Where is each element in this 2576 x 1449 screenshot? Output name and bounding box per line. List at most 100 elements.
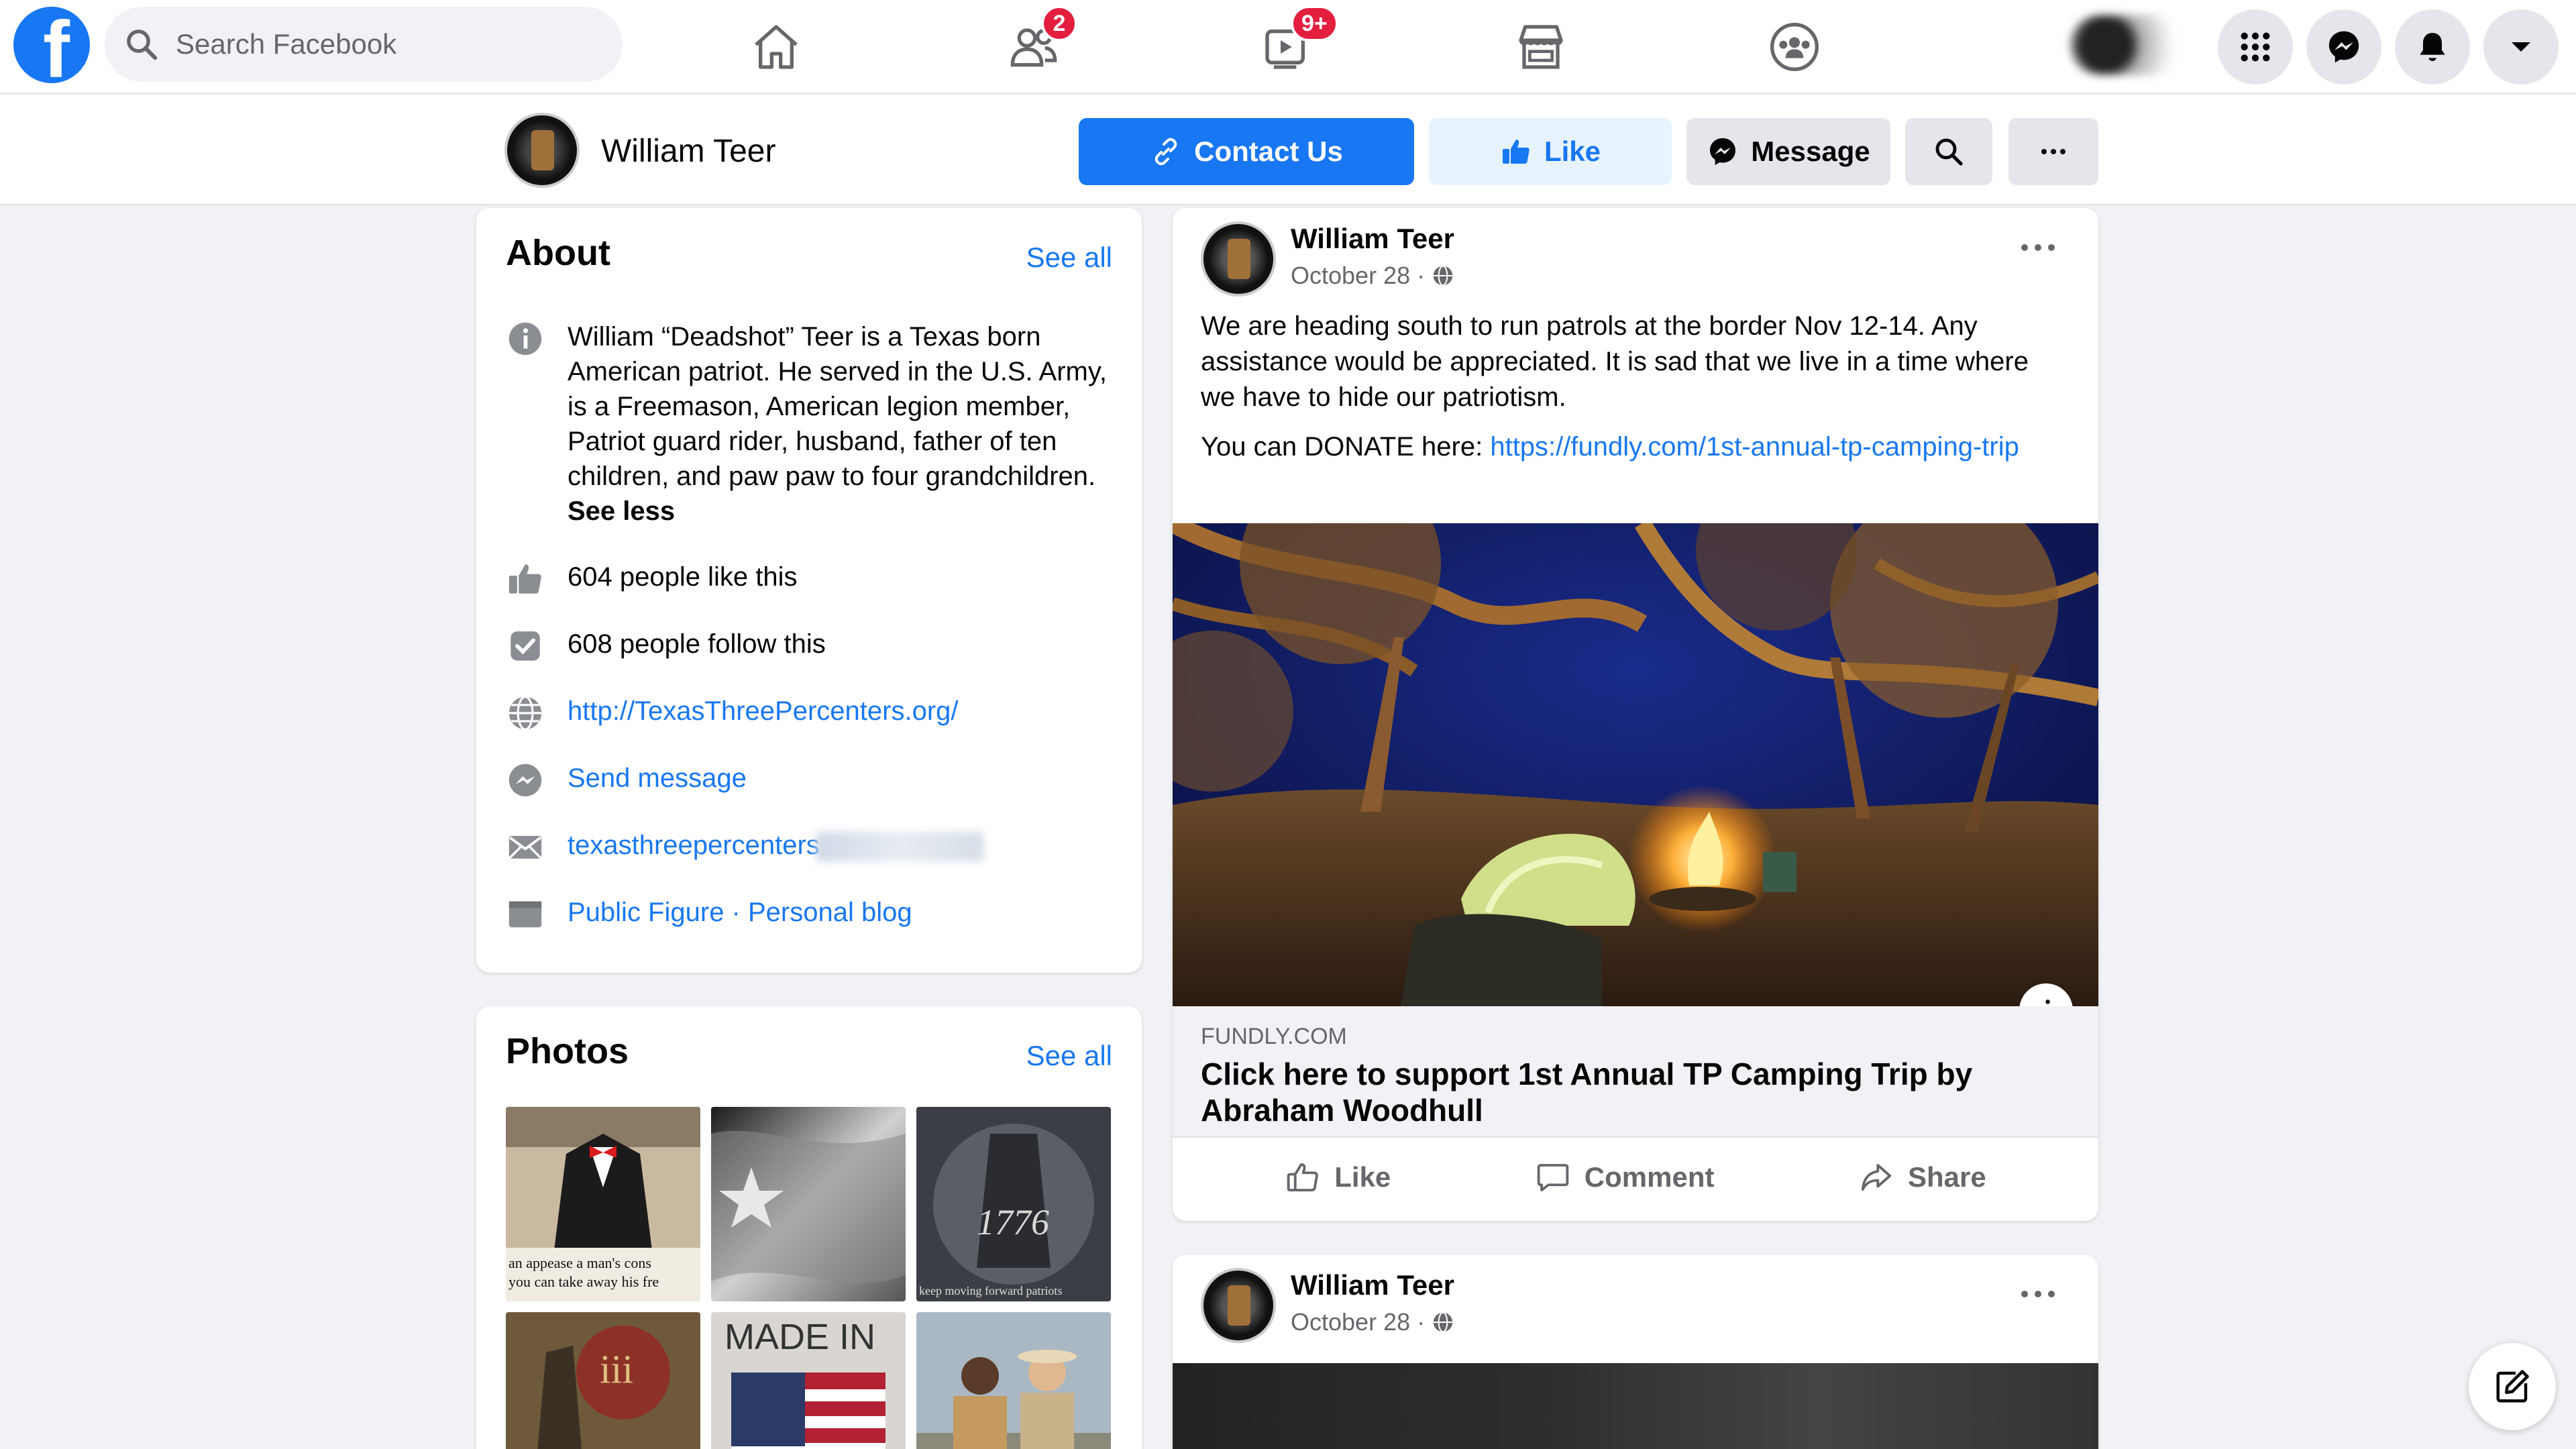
post-body-text: We are heading south to run patrols at t… — [1201, 311, 2029, 412]
photo-thumbnail-6[interactable] — [916, 1312, 1111, 1449]
category-separator: · — [724, 898, 748, 927]
thumbs-up-icon — [508, 564, 541, 594]
email-text: texasthreepercenters — [568, 830, 820, 860]
about-card: About See all William “Deadshot” Teer is… — [476, 208, 1142, 973]
post-timestamp: October 28 · — [1291, 1308, 1456, 1336]
thumbs-up-outline-icon — [1287, 1163, 1319, 1192]
caret-down-icon — [2512, 42, 2530, 52]
post-author-avatar[interactable] — [1201, 1268, 1276, 1343]
contact-us-label: Contact Us — [1194, 136, 1343, 167]
post-action-bar: Like Comment Share — [1173, 1140, 2098, 1214]
comment-icon — [1537, 1164, 1569, 1192]
website-link[interactable]: http://TexasThreePercenters.org/ — [568, 694, 959, 729]
bell-icon — [2420, 33, 2445, 61]
campsite-photo — [1173, 523, 2098, 1006]
contact-us-button[interactable]: Contact Us — [1079, 118, 1414, 185]
facebook-logo-letter: f — [43, 7, 70, 83]
post-link-image[interactable] — [1173, 523, 2098, 1006]
groups-tab[interactable] — [1758, 13, 1831, 80]
message-button[interactable]: Message — [1686, 118, 1890, 185]
account-dropdown-button[interactable] — [2483, 9, 2559, 85]
likes-count: 604 people like this — [568, 562, 798, 592]
photo-2-image — [711, 1107, 906, 1301]
category-public-figure-link[interactable]: Public Figure — [568, 898, 724, 927]
photo-thumbnail-2[interactable] — [711, 1107, 906, 1301]
post-options-icon[interactable] — [2018, 237, 2058, 258]
top-navigation-bar: f 2 9+ — [0, 0, 2576, 94]
watch-notification-badge: 9+ — [1291, 5, 1338, 42]
friends-tab[interactable]: 2 — [997, 5, 1077, 80]
category-personal-blog-link[interactable]: Personal blog — [748, 898, 912, 927]
post-date-text[interactable]: October 28 · — [1291, 1308, 1425, 1336]
post-comment-button[interactable]: Comment — [1535, 1159, 1714, 1195]
see-less-link[interactable]: See less — [568, 496, 675, 526]
photo-1-image: an appease a man's cons you can take awa… — [506, 1107, 700, 1301]
about-see-all-link[interactable]: See all — [1026, 241, 1112, 274]
info-icon — [508, 322, 542, 356]
photo-3-year: 1776 — [977, 1202, 1049, 1242]
share-icon — [1861, 1164, 1892, 1191]
photos-card: Photos See all an appease a man's cons y… — [476, 1006, 1142, 1449]
link-icon — [1155, 138, 1177, 166]
search-icon — [1935, 138, 1963, 166]
search-input[interactable] — [176, 28, 578, 60]
page-search-button[interactable] — [1905, 118, 1992, 185]
photo-thumbnail-4[interactable]: iii — [506, 1312, 700, 1449]
facebook-logo[interactable]: f — [13, 7, 90, 83]
post-author-avatar[interactable] — [1201, 221, 1276, 297]
page-avatar[interactable] — [504, 113, 580, 188]
photo-6-image — [916, 1312, 1111, 1449]
category-icon — [508, 901, 542, 928]
photo-thumbnail-3[interactable]: 1776 keep moving forward patriots — [916, 1107, 1111, 1301]
search-bar[interactable] — [105, 7, 623, 82]
profile-avatar[interactable] — [2070, 15, 2190, 75]
menu-button[interactable] — [2218, 9, 2293, 85]
grid-menu-icon — [2241, 32, 2270, 62]
photo-thumbnail-5[interactable]: MADE IN — [711, 1312, 906, 1449]
photo-3-image: 1776 keep moving forward patriots — [916, 1107, 1111, 1301]
compose-icon — [2496, 1370, 2529, 1403]
link-preview[interactable]: FUNDLY.COM Click here to support 1st Ann… — [1173, 1006, 2098, 1138]
thumbs-up-icon — [1502, 140, 1529, 164]
post-like-label: Like — [1334, 1161, 1391, 1193]
messenger-icon — [508, 763, 542, 797]
post-share-label: Share — [1907, 1161, 1986, 1193]
category-links: Public Figure · Personal blog — [568, 895, 912, 930]
photo-1-caption-2: you can take away his fre — [508, 1273, 659, 1290]
email-link[interactable]: texasthreepercenters — [568, 828, 983, 863]
about-likes-row: 604 people like this — [506, 559, 1110, 598]
photo-thumbnail-1[interactable]: an appease a man's cons you can take awa… — [506, 1107, 700, 1301]
friends-notification-badge: 2 — [1041, 5, 1077, 42]
notifications-button[interactable] — [2395, 9, 2470, 85]
photo-5-image: MADE IN — [711, 1312, 906, 1449]
post-options-icon[interactable] — [2018, 1284, 2058, 1304]
post-share-button[interactable]: Share — [1858, 1159, 1986, 1195]
page-like-button[interactable]: Like — [1429, 118, 1672, 185]
send-message-link[interactable]: Send message — [568, 761, 747, 796]
page-more-button[interactable] — [2008, 118, 2098, 185]
about-title: About — [506, 233, 610, 273]
post-author-name[interactable]: William Teer — [1291, 1269, 1454, 1301]
page-like-label: Like — [1544, 136, 1601, 167]
new-message-button[interactable] — [2469, 1343, 2556, 1430]
page-name[interactable]: William Teer — [601, 133, 775, 170]
post-author-name[interactable]: William Teer — [1291, 223, 1454, 255]
globe-icon — [508, 696, 542, 731]
post-like-button[interactable]: Like — [1285, 1159, 1391, 1195]
follow-check-icon — [511, 631, 540, 661]
post-date-text[interactable]: October 28 · — [1291, 262, 1425, 290]
marketplace-tab[interactable] — [1504, 13, 1578, 80]
second-post-image[interactable] — [1173, 1363, 2098, 1449]
messenger-button[interactable] — [2306, 9, 2381, 85]
marketplace-icon — [1519, 25, 1563, 69]
about-bio-row: William “Deadshot” Teer is a Texas born … — [506, 319, 1110, 529]
home-tab[interactable] — [739, 13, 813, 80]
follows-count: 608 people follow this — [568, 629, 826, 659]
donate-link[interactable]: https://fundly.com/1st-annual-tp-camping… — [1490, 432, 2019, 462]
svg-text:iii: iii — [600, 1347, 633, 1391]
email-redacted-blur — [815, 832, 983, 862]
watch-tab[interactable]: 9+ — [1250, 5, 1338, 80]
about-send-message-row: Send message — [506, 761, 1110, 800]
photos-see-all-link[interactable]: See all — [1026, 1040, 1112, 1072]
photo-4-image: iii — [506, 1312, 700, 1449]
